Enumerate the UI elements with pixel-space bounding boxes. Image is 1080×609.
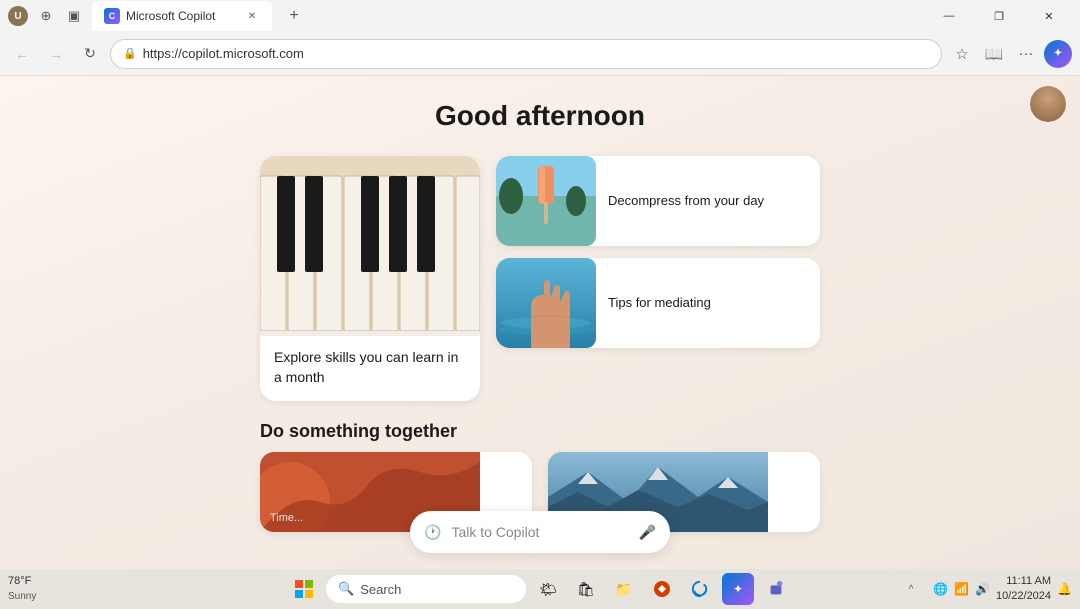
tab-favicon: C [104,8,120,24]
taskbar-store[interactable]: 🛍 [570,573,602,605]
url-bar[interactable]: 🔒 https://copilot.microsoft.com [110,39,942,69]
temperature: 78°F [8,574,36,589]
new-tab-button[interactable]: + [280,2,308,30]
taskbar-edge[interactable] [684,573,716,605]
taskbar-center: 🔍 Search 🌤 🛍 📁 ✦ [288,573,792,605]
chat-bar[interactable]: 🕐 Talk to Copilot 🎤 [410,511,670,553]
minimize-button[interactable]: — [926,0,972,32]
refresh-button[interactable]: ↻ [76,40,104,68]
water-card-text: Tips for mediating [608,294,711,312]
section-title: Do something together [260,421,820,442]
chat-bar-wrapper: 🕐 Talk to Copilot 🎤 [410,511,670,553]
popsicle-image [496,156,596,246]
copilot-button[interactable]: ✦ [1044,40,1072,68]
more-icon[interactable]: ··· [1012,40,1040,68]
card-water[interactable]: Tips for mediating [496,258,820,348]
browser-history-icon[interactable]: ⊕ [36,6,56,26]
card-popsicle[interactable]: Decompress from your day [496,156,820,246]
chat-placeholder-text: Talk to Copilot [451,524,628,540]
favorites-icon[interactable]: ☆ [948,40,976,68]
active-tab[interactable]: C Microsoft Copilot ✕ [92,1,272,31]
mic-icon[interactable]: 🎤 [639,524,656,541]
lock-icon: 🔒 [123,47,137,60]
toolbar-icons: ☆ 📖 ··· ✦ [948,40,1072,68]
time-date[interactable]: 11:11 AM 10/22/2024 [996,574,1051,605]
read-icon[interactable]: 📖 [980,40,1008,68]
maximize-button[interactable]: ❐ [976,0,1022,32]
cards-column: Decompress from your day [496,156,820,401]
network-icon: 🌐 [933,582,948,596]
popsicle-card-text: Decompress from your day [608,192,764,210]
taskbar-photos[interactable] [646,573,678,605]
main-content: Good afternoon [0,76,1080,569]
weather-info: 78°F Sunny [8,574,36,603]
wifi-icon: 📶 [954,582,969,596]
title-bar: U ⊕ ▣ C Microsoft Copilot ✕ + — ❐ ✕ [0,0,1080,32]
profile-avatar[interactable] [1030,86,1066,122]
url-text: https://copilot.microsoft.com [143,46,929,61]
taskbar: 78°F Sunny 🔍 Search 🌤 🛍 📁 [0,569,1080,609]
piano-card-text: Explore skills you can learn in a month [260,336,480,401]
browser-profile-icon[interactable]: U [8,6,28,26]
time-display: 11:11 AM [996,574,1051,589]
cards-row: Explore skills you can learn in a month [260,156,820,401]
water-image [496,258,596,348]
address-bar: ← → ↻ 🔒 https://copilot.microsoft.com ☆ … [0,32,1080,76]
condition: Sunny [8,590,36,604]
close-button[interactable]: ✕ [1026,0,1072,32]
taskbar-right: ^ 🌐 📶 🔊 11:11 AM 10/22/2024 🔔 [895,573,1072,605]
taskbar-search[interactable]: 🔍 Search [326,575,526,603]
browser-workspace-icon[interactable]: ▣ [64,6,84,26]
taskbar-widgets[interactable]: 🌤 [532,573,564,605]
taskbar-search-text: Search [360,582,401,597]
start-button[interactable] [288,573,320,605]
taskbar-copilot[interactable]: ✦ [722,573,754,605]
taskbar-teams[interactable] [760,573,792,605]
taskbar-search-icon: 🔍 [338,581,354,597]
notification-icon[interactable]: 🔔 [1057,582,1072,596]
piano-image [260,156,480,336]
date-display: 10/22/2024 [996,589,1051,604]
tab-title: Microsoft Copilot [126,9,215,23]
taskbar-files[interactable]: 📁 [608,573,640,605]
forward-button[interactable]: → [42,40,70,68]
tab-close-button[interactable]: ✕ [244,8,260,24]
system-tray-expand[interactable]: ^ [895,573,927,605]
clock-icon: 🕐 [424,524,441,541]
window-controls: — ❐ ✕ [926,0,1072,32]
bottom-card-left-label: Time... [270,512,303,524]
back-button[interactable]: ← [8,40,36,68]
card-piano[interactable]: Explore skills you can learn in a month [260,156,480,401]
volume-icon: 🔊 [975,582,990,596]
greeting-text: Good afternoon [435,100,645,132]
